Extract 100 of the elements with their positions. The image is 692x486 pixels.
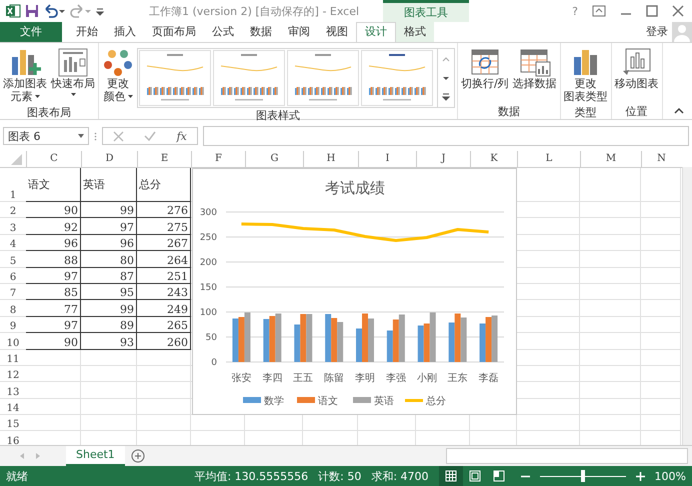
empty-cell[interactable]: [641, 316, 681, 334]
row-header[interactable]: 2: [0, 202, 26, 218]
row-header[interactable]: 4: [0, 234, 26, 252]
empty-cell[interactable]: [81, 382, 137, 399]
empty-cell[interactable]: [580, 268, 641, 284]
zoom-thumb[interactable]: [580, 470, 585, 482]
empty-cell[interactable]: [26, 382, 81, 399]
empty-cell[interactable]: [137, 382, 191, 399]
row-header[interactable]: 9: [0, 316, 26, 334]
empty-cell[interactable]: [81, 366, 137, 382]
empty-cell[interactable]: [641, 168, 681, 202]
column-header[interactable]: D: [81, 151, 137, 167]
column-header[interactable]: M: [580, 151, 641, 167]
empty-cell[interactable]: [641, 398, 681, 416]
row-header[interactable]: 6: [0, 268, 26, 284]
ribbon-tab[interactable]: 设计: [356, 22, 396, 42]
empty-cell[interactable]: [26, 366, 81, 382]
ribbon-button[interactable]: 选择数据: [512, 45, 558, 104]
empty-cell[interactable]: [137, 398, 191, 416]
empty-cell[interactable]: [26, 398, 81, 416]
empty-cell[interactable]: [81, 398, 137, 416]
empty-cell[interactable]: [641, 234, 681, 252]
empty-cell[interactable]: [26, 415, 81, 432]
ribbon-tab[interactable]: 数据: [242, 22, 280, 42]
close-icon[interactable]: [672, 5, 684, 17]
row-header[interactable]: 15: [0, 415, 26, 432]
formula-input[interactable]: [203, 126, 689, 146]
empty-cell[interactable]: [580, 202, 641, 218]
empty-cell[interactable]: [580, 300, 641, 317]
add-sheet-icon[interactable]: [130, 449, 145, 463]
empty-cell[interactable]: [580, 366, 641, 382]
empty-cell[interactable]: [641, 366, 681, 382]
column-header[interactable]: H: [303, 151, 358, 167]
ribbon-tab[interactable]: 插入: [106, 22, 144, 42]
insert-function-button[interactable]: fx: [176, 130, 187, 142]
help-button[interactable]: ?: [572, 4, 578, 18]
empty-cell[interactable]: [26, 350, 81, 366]
column-header[interactable]: L: [517, 151, 580, 167]
empty-cell[interactable]: [580, 251, 641, 268]
column-header[interactable]: I: [358, 151, 416, 167]
empty-cell[interactable]: [580, 382, 641, 399]
row-header[interactable]: 5: [0, 251, 26, 268]
row-header[interactable]: 14: [0, 398, 26, 416]
scroll-up-icon[interactable]: [441, 54, 451, 63]
empty-cell[interactable]: [580, 234, 641, 252]
empty-cell[interactable]: [580, 218, 641, 235]
row-header[interactable]: 12: [0, 366, 26, 382]
row-header[interactable]: 10: [0, 333, 26, 350]
empty-cell[interactable]: [517, 415, 580, 432]
horizontal-scrollbar[interactable]: [446, 448, 688, 464]
chart-style-thumbnail[interactable]: [139, 50, 211, 106]
column-header[interactable]: F: [191, 151, 245, 167]
row-header[interactable]: 8: [0, 300, 26, 317]
empty-cell[interactable]: [137, 350, 191, 366]
sheet-tab[interactable]: Sheet1: [66, 446, 125, 466]
ribbon-button[interactable]: 更改 图表类型: [562, 45, 609, 105]
empty-cell[interactable]: [641, 218, 681, 235]
more-icon[interactable]: [441, 93, 451, 102]
ribbon-tab[interactable]: 公式: [204, 22, 242, 42]
chart-area[interactable]: 考试成绩 0 50 100 150 200 250 300 张安 李四 王五 陈留 李明 李强 小刚 王东 李磊 数学 语文 英语 总分: [192, 168, 517, 415]
column-header[interactable]: E: [137, 151, 191, 167]
row-header[interactable]: 11: [0, 350, 26, 366]
sign-in-link[interactable]: 登录: [646, 22, 672, 42]
row-header[interactable]: 3: [0, 218, 26, 235]
empty-cell[interactable]: [580, 398, 641, 416]
undo-icon[interactable]: [43, 4, 65, 18]
ribbon-tab[interactable]: 页面布局: [144, 22, 204, 42]
user-avatar-icon[interactable]: [672, 22, 692, 42]
empty-cell[interactable]: [580, 415, 641, 432]
vertical-scrollbar[interactable]: [682, 167, 692, 445]
zoom-in-icon[interactable]: [636, 472, 645, 480]
row-header[interactable]: 7: [0, 284, 26, 300]
ribbon-button[interactable]: 移动图表: [614, 45, 660, 104]
empty-cell[interactable]: [641, 202, 681, 218]
maximize-icon[interactable]: [646, 5, 658, 17]
empty-cell[interactable]: [580, 168, 641, 202]
zoom-level[interactable]: 100%: [654, 470, 686, 482]
row-header[interactable]: 1: [0, 168, 26, 202]
row-header[interactable]: 13: [0, 382, 26, 399]
empty-cell[interactable]: [580, 333, 641, 350]
cancel-icon[interactable]: [113, 130, 124, 142]
empty-cell[interactable]: [641, 300, 681, 317]
empty-cell[interactable]: [641, 251, 681, 268]
empty-cell[interactable]: [580, 350, 641, 366]
empty-cell[interactable]: [641, 415, 681, 432]
column-header[interactable]: K: [470, 151, 517, 167]
chart-style-thumbnail[interactable]: [361, 50, 433, 106]
empty-cell[interactable]: [641, 268, 681, 284]
empty-cell[interactable]: [641, 284, 681, 300]
ribbon-tab[interactable]: 开始: [68, 22, 106, 42]
ribbon-button[interactable]: 更改 颜色: [101, 45, 135, 108]
empty-cell[interactable]: [137, 415, 191, 432]
empty-cell[interactable]: [641, 333, 681, 350]
chart-style-thumbnail[interactable]: [287, 50, 359, 106]
empty-cell[interactable]: [641, 382, 681, 399]
empty-cell[interactable]: [81, 350, 137, 366]
chart-style-thumbnail[interactable]: [213, 50, 285, 106]
ribbon-button[interactable]: 添加图表 元素: [2, 45, 48, 105]
ribbon-tab[interactable]: 审阅: [280, 22, 318, 42]
empty-cell[interactable]: [81, 415, 137, 432]
